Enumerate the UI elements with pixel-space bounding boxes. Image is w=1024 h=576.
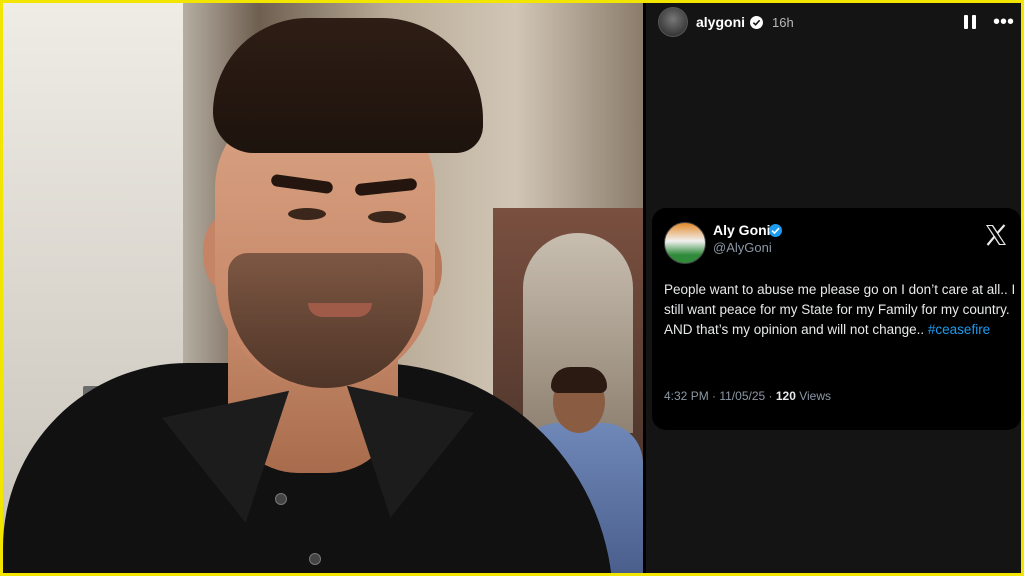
hair — [213, 18, 483, 153]
blue-verified-icon — [769, 224, 782, 237]
pause-icon[interactable] — [961, 13, 979, 31]
tweet-card[interactable]: Aly Goni @AlyGoni People want to abuse m… — [652, 208, 1021, 430]
x-logo-icon[interactable] — [983, 222, 1009, 248]
tweet-views-label: Views — [795, 389, 832, 403]
tweet-avatar[interactable] — [664, 222, 706, 264]
more-options-icon[interactable]: ••• — [993, 12, 1014, 32]
screenshot-frame: alygoni 16h ••• Aly Goni @AlyGoni People… — [0, 0, 1024, 576]
eye-right — [368, 211, 406, 223]
instagram-story-panel: alygoni 16h ••• Aly Goni @AlyGoni People… — [646, 3, 1021, 573]
tweet-author-name[interactable]: Aly Goni — [713, 222, 771, 238]
eye-left — [288, 208, 326, 220]
profile-photo — [3, 3, 643, 573]
shirt-button — [275, 493, 287, 505]
story-time: 16h — [772, 14, 794, 30]
tweet-views-count: 120 — [775, 389, 796, 403]
story-username[interactable]: alygoni — [696, 14, 745, 30]
tweet-text: People want to abuse me please go on I d… — [664, 280, 1016, 340]
mouth — [308, 303, 372, 317]
tweet-meta: 4:32 PM · 11/05/25 · 120 Views — [664, 389, 831, 403]
shirt-button — [309, 553, 321, 565]
avatar[interactable] — [658, 7, 688, 37]
tweet-handle[interactable]: @AlyGoni — [713, 240, 772, 255]
background-person-hair — [551, 367, 607, 393]
hashtag-link[interactable]: #ceasefire — [928, 322, 990, 337]
story-header: alygoni 16h ••• — [658, 7, 1014, 37]
tweet-timestamp: 4:32 PM · 11/05/25 · — [664, 389, 776, 403]
verified-icon — [750, 15, 764, 29]
